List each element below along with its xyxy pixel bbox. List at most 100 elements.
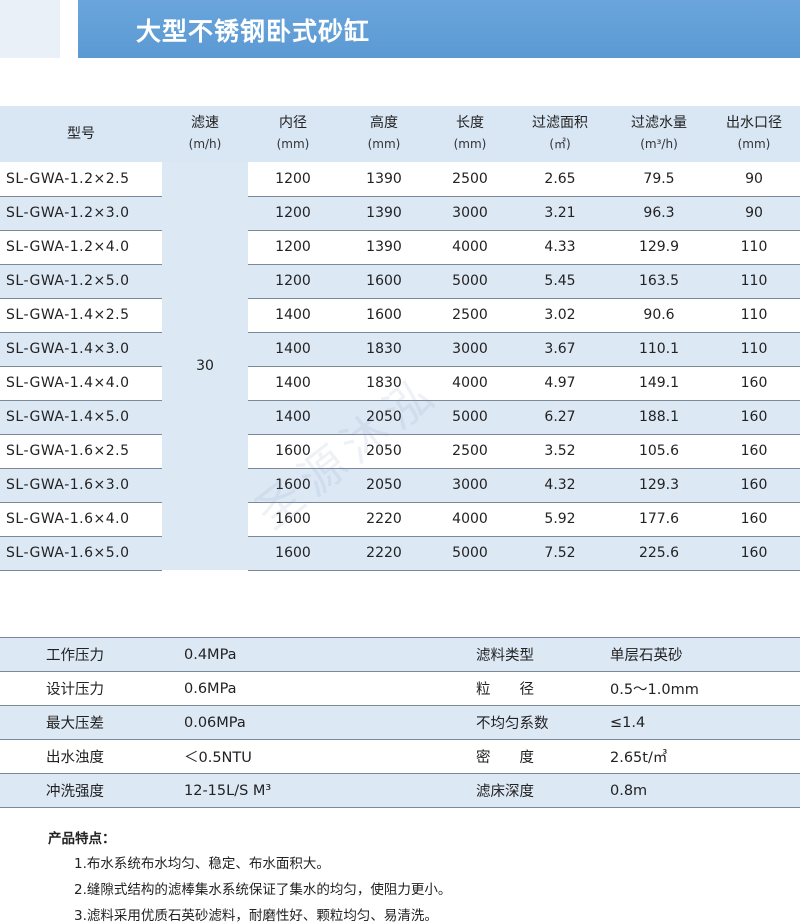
table-row: SL-GWA-1.6×4.0 1600 2220 4000 5.92 177.6 160 bbox=[0, 502, 800, 537]
param-row: 设计压力 0.6MPa 粒 径 0.5～1.0mm bbox=[0, 671, 800, 706]
area-cell: 3.52 bbox=[510, 434, 610, 469]
header-flow: 过滤水量 (m³/h) bbox=[631, 115, 687, 151]
height-cell: 1600 bbox=[338, 298, 430, 333]
table-row: SL-GWA-1.2×3.0 1200 1390 3000 3.21 96.3 90 bbox=[0, 196, 800, 231]
table-row: SL-GWA-1.4×3.0 1400 1830 3000 3.67 110.1 110 bbox=[0, 332, 800, 367]
height-cell: 2050 bbox=[338, 434, 430, 469]
length-cell: 5000 bbox=[430, 400, 510, 435]
header-diameter: 内径 (mm) bbox=[276, 115, 310, 151]
height-cell: 1830 bbox=[338, 332, 430, 367]
diameter-cell: 1400 bbox=[248, 298, 338, 333]
area-cell: 4.33 bbox=[510, 230, 610, 265]
table-row: SL-GWA-1.4×5.0 1400 2050 5000 6.27 188.1 160 bbox=[0, 400, 800, 435]
header-outlet: 出水口径 (mm) bbox=[726, 115, 782, 151]
spec-table: 型号 滤速 (m/h) 内径 (mm) 高度 (mm) 长度 (mm) 过滤面积 (㎡) … bbox=[0, 106, 800, 571]
param-value: 单层石英砂 bbox=[610, 637, 800, 672]
length-cell: 4000 bbox=[430, 502, 510, 537]
param-label: 滤料类型 bbox=[474, 637, 610, 672]
param-body: 工作压力 0.4MPa 滤料类型 单层石英砂 设计压力 0.6MPa 粒 径 0.5～1.0m… bbox=[0, 637, 800, 808]
feature-item: 1.布水系统布水均匀、稳定、布水面积大。 bbox=[74, 856, 330, 872]
param-label: 冲洗强度 bbox=[0, 773, 180, 808]
flow-cell: 110.1 bbox=[610, 332, 708, 367]
flow-cell: 79.5 bbox=[610, 162, 708, 197]
flow-cell: 163.5 bbox=[610, 264, 708, 299]
header-speed: 滤速 (m/h) bbox=[188, 115, 222, 151]
table-row: SL-GWA-1.6×5.0 1600 2220 5000 7.52 225.6 160 bbox=[0, 536, 800, 571]
flow-cell: 105.6 bbox=[610, 434, 708, 469]
param-value: 0.06MPa bbox=[180, 705, 474, 740]
length-cell: 3000 bbox=[430, 196, 510, 231]
diameter-cell: 1200 bbox=[248, 230, 338, 265]
table-row: SL-GWA-1.4×2.5 1400 1600 2500 3.02 90.6 110 bbox=[0, 298, 800, 333]
param-label: 密 度 bbox=[474, 739, 610, 774]
height-cell: 1390 bbox=[338, 230, 430, 265]
outlet-cell: 110 bbox=[708, 264, 800, 299]
area-cell: 6.27 bbox=[510, 400, 610, 435]
model-cell: SL-GWA-1.2×2.5 bbox=[0, 162, 162, 197]
table-row: SL-GWA-1.4×4.0 1400 1830 4000 4.97 149.1 160 bbox=[0, 366, 800, 401]
length-cell: 5000 bbox=[430, 536, 510, 571]
outlet-cell: 160 bbox=[708, 502, 800, 537]
length-cell: 3000 bbox=[430, 468, 510, 503]
spec-body: SL-GWA-1.2×2.5 30 1200 1390 2500 2.65 79.5 90 SL… bbox=[0, 162, 800, 571]
length-cell: 4000 bbox=[430, 230, 510, 265]
outlet-cell: 160 bbox=[708, 400, 800, 435]
area-cell: 2.65 bbox=[510, 162, 610, 197]
length-cell: 4000 bbox=[430, 366, 510, 401]
flow-cell: 188.1 bbox=[610, 400, 708, 435]
title-accent-strip bbox=[0, 0, 60, 58]
model-cell: SL-GWA-1.6×2.5 bbox=[0, 434, 162, 469]
page-title: 大型不锈钢卧式砂缸 bbox=[136, 17, 371, 46]
feature-item: 3.滤料采用优质石英砂滤料，耐磨性好、颗粒均匀、易清洗。 bbox=[74, 908, 438, 924]
diameter-cell: 1200 bbox=[248, 196, 338, 231]
diameter-cell: 1600 bbox=[248, 468, 338, 503]
header-area: 过滤面积 (㎡) bbox=[532, 115, 588, 151]
model-cell: SL-GWA-1.2×5.0 bbox=[0, 264, 162, 299]
param-row: 工作压力 0.4MPa 滤料类型 单层石英砂 bbox=[0, 637, 800, 672]
param-label: 最大压差 bbox=[0, 705, 180, 740]
area-cell: 3.67 bbox=[510, 332, 610, 367]
length-cell: 5000 bbox=[430, 264, 510, 299]
outlet-cell: 160 bbox=[708, 536, 800, 571]
diameter-cell: 1200 bbox=[248, 162, 338, 197]
height-cell: 1830 bbox=[338, 366, 430, 401]
area-cell: 4.97 bbox=[510, 366, 610, 401]
param-row: 冲洗强度 12-15L/S M³ 滤床深度 0.8m bbox=[0, 773, 800, 808]
model-cell: SL-GWA-1.4×4.0 bbox=[0, 366, 162, 401]
table-row: SL-GWA-1.2×4.0 1200 1390 4000 4.33 129.9 110 bbox=[0, 230, 800, 265]
height-cell: 2050 bbox=[338, 400, 430, 435]
title-bar: 大型不锈钢卧式砂缸 bbox=[78, 0, 800, 58]
spec-header-row: 型号 滤速 (m/h) 内径 (mm) 高度 (mm) 长度 (mm) 过滤面积 (㎡) … bbox=[0, 106, 800, 162]
param-table: 工作压力 0.4MPa 滤料类型 单层石英砂 设计压力 0.6MPa 粒 径 0.5～1.0m… bbox=[0, 637, 800, 808]
param-value: 0.6MPa bbox=[180, 671, 474, 706]
param-label: 滤床深度 bbox=[474, 773, 610, 808]
param-row: 最大压差 0.06MPa 不均匀系数 ≤1.4 bbox=[0, 705, 800, 740]
param-label: 出水浊度 bbox=[0, 739, 180, 774]
model-cell: SL-GWA-1.6×4.0 bbox=[0, 502, 162, 537]
filter-speed-cell: 30 bbox=[162, 162, 248, 570]
height-cell: 1390 bbox=[338, 196, 430, 231]
table-row: SL-GWA-1.2×5.0 1200 1600 5000 5.45 163.5 110 bbox=[0, 264, 800, 299]
outlet-cell: 90 bbox=[708, 196, 800, 231]
param-value: 2.65t/㎥ bbox=[610, 739, 800, 774]
length-cell: 3000 bbox=[430, 332, 510, 367]
height-cell: 2220 bbox=[338, 536, 430, 571]
length-cell: 2500 bbox=[430, 162, 510, 197]
height-cell: 1600 bbox=[338, 264, 430, 299]
param-value: 0.5～1.0mm bbox=[610, 671, 800, 706]
table-row: SL-GWA-1.6×3.0 1600 2050 3000 4.32 129.3 160 bbox=[0, 468, 800, 503]
header-model: 型号 bbox=[67, 125, 95, 142]
param-label: 粒 径 bbox=[474, 671, 610, 706]
param-value: ＜0.5NTU bbox=[180, 739, 474, 774]
outlet-cell: 110 bbox=[708, 298, 800, 333]
diameter-cell: 1200 bbox=[248, 264, 338, 299]
param-row: 出水浊度 ＜0.5NTU 密 度 2.65t/㎥ bbox=[0, 739, 800, 774]
param-label: 工作压力 bbox=[0, 637, 180, 672]
length-cell: 2500 bbox=[430, 434, 510, 469]
outlet-cell: 110 bbox=[708, 230, 800, 265]
height-cell: 2050 bbox=[338, 468, 430, 503]
param-value: ≤1.4 bbox=[610, 705, 800, 740]
outlet-cell: 90 bbox=[708, 162, 800, 197]
outlet-cell: 160 bbox=[708, 434, 800, 469]
feature-item: 2.缝隙式结构的滤棒集水系统保证了集水的均匀，使阻力更小。 bbox=[74, 882, 452, 898]
